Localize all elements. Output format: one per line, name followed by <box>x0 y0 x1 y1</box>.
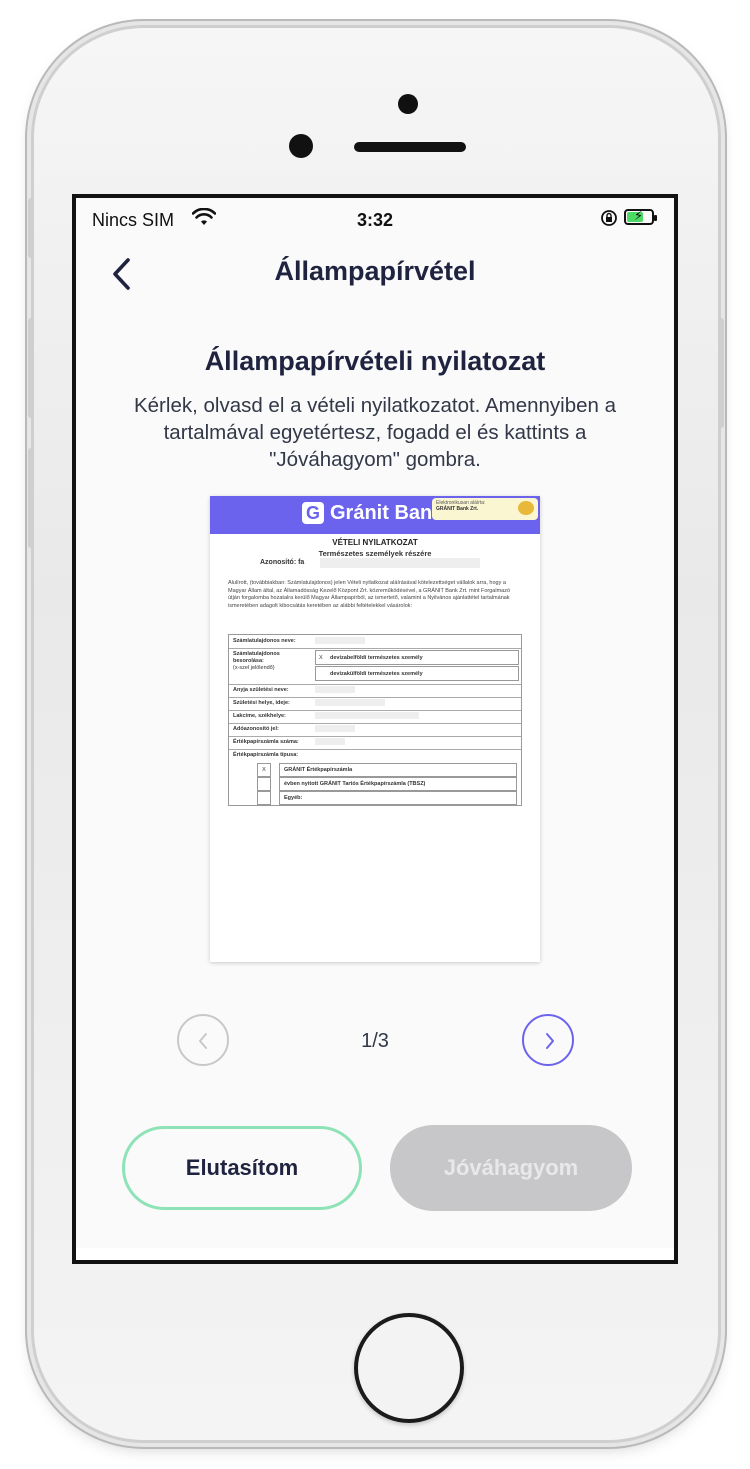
document-header: G Gránit Bank Elektronikusan aláírta: GRÁ… <box>210 496 540 534</box>
checkbox-other <box>257 791 271 805</box>
earpiece-speaker <box>354 142 466 152</box>
document-form-table: Számlatulajdonos neve: Számlatulajdonos … <box>228 634 522 806</box>
status-time: 3:32 <box>356 210 394 230</box>
page-title: Állampapírvétel <box>274 256 476 286</box>
document-subtitle: Természetes személyek részére <box>318 549 432 558</box>
screen: Nincs SIM 3:32 ⚡ Állampapírvétel Állampa… <box>72 194 678 1264</box>
declaration-heading: Állampapírvételi nyilatozat <box>204 346 546 376</box>
declaration-description: Kérlek, olvasd el a vételi nyilatkozatot… <box>133 394 617 471</box>
orientation-lock-icon <box>600 209 618 232</box>
home-button[interactable] <box>354 1313 464 1423</box>
volume-up-button <box>28 318 34 418</box>
option-granit: GRÁNIT Értékpapírszámla <box>279 763 517 777</box>
chevron-left-icon <box>199 1033 207 1049</box>
form-row: Számlatulajdonos besorolása: (x-szel jelö… <box>229 648 521 685</box>
form-row: Értékpapírszámla típusa: X GRÁNIT Értékp… <box>229 749 521 805</box>
document-paragraph: Alulírott, (továbbiakban: Számlatulajdon… <box>228 580 511 609</box>
document-id-redacted <box>320 558 480 568</box>
chevron-right-icon <box>546 1033 554 1049</box>
form-row: Lakcíme, székhelye: <box>229 710 521 724</box>
front-camera <box>289 134 313 158</box>
document-preview[interactable]: G Gránit Bank Elektronikusan aláírta: GRÁ… <box>210 496 540 962</box>
option-other: Egyéb: <box>279 791 517 805</box>
power-button <box>718 318 724 428</box>
form-row: Anyja születési neve: <box>229 684 521 698</box>
granit-bank-logo: G Gránit Bank <box>302 502 443 525</box>
electronic-signature-stamp: Elektronikusan aláírta: GRÁNIT Bank Zrt. <box>432 498 538 520</box>
option-resident: X devizabelföldi természetes személy <box>315 650 519 665</box>
mute-switch <box>28 198 34 258</box>
next-page-button[interactable] <box>522 1014 574 1066</box>
navigation-bar: Állampapírvétel <box>76 246 674 302</box>
app-view: Nincs SIM 3:32 ⚡ Állampapírvétel Állampa… <box>76 198 674 1248</box>
reject-button[interactable]: Elutasítom <box>122 1126 362 1210</box>
document-title: VÉTELI NYILATKOZAT <box>332 538 418 547</box>
document-id-label: Azonosító: fa <box>260 559 305 566</box>
battery-charging-icon: ⚡ <box>624 208 657 225</box>
status-bar: Nincs SIM 3:32 ⚡ <box>76 198 674 238</box>
previous-page-button[interactable] <box>177 1014 229 1066</box>
seal-icon <box>518 501 534 515</box>
checkbox-granit: X <box>257 763 271 777</box>
page-indicator: 1/3 <box>361 1030 389 1052</box>
checkbox-tbsz <box>257 777 271 791</box>
approve-button[interactable]: Jóváhagyom <box>390 1125 632 1211</box>
form-row: Születési helye, ideje: <box>229 697 521 711</box>
option-nonresident: devizakülföldi természetes személy <box>315 666 519 681</box>
form-row: Számlatulajdonos neve: <box>229 635 521 649</box>
form-row: Adóazonosító jel: <box>229 723 521 737</box>
form-row: Értékpapírszámla száma: <box>229 736 521 750</box>
proximity-sensor <box>398 94 418 114</box>
option-tbsz: évben nyitott GRÁNIT Tartós Értékpapírsz… <box>279 777 517 791</box>
volume-down-button <box>28 448 34 548</box>
